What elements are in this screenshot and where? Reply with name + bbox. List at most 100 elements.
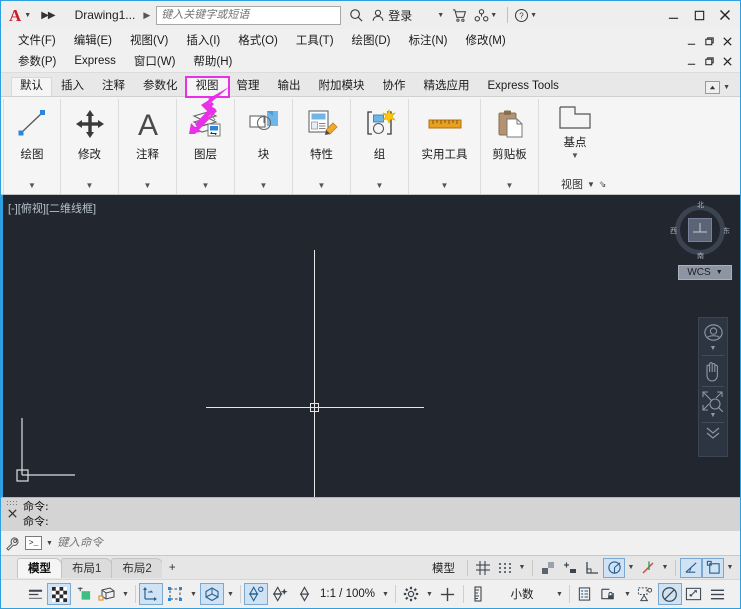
autoscale-button[interactable] [268, 583, 292, 605]
ribbon-panel-draw[interactable]: 绘图 ▼ [3, 99, 61, 194]
3d-object-snap-button[interactable] [95, 583, 119, 605]
units-dropdown-icon[interactable]: ▼ [553, 583, 566, 605]
clean-screen-button[interactable] [682, 583, 706, 605]
drawing-canvas[interactable]: [-][俯视][二维线框] Y X 北 西 东 南 [1, 195, 740, 497]
isolate-objects-button[interactable] [634, 583, 658, 605]
view-cube-north-label[interactable]: 北 [697, 200, 704, 210]
object-snap-toggle[interactable] [702, 557, 724, 578]
panel-dropdown-icon[interactable]: ▼ [351, 182, 408, 190]
doc2-restore-icon[interactable] [701, 53, 718, 70]
command-history-text[interactable]: 命令: 命令: [23, 498, 740, 529]
doc-minimize-icon[interactable] [683, 33, 700, 50]
search-icon[interactable] [349, 8, 364, 23]
menu-item-dimension[interactable]: 标注(N) [400, 31, 457, 49]
lineweight-display-button[interactable] [23, 583, 47, 605]
annotation-scale-label[interactable]: 1:1 / 100% [316, 588, 379, 600]
minimize-icon[interactable] [660, 2, 686, 28]
menu-item-parameter[interactable]: 参数(P) [9, 52, 65, 70]
dynamic-ucs-button[interactable] [139, 583, 163, 605]
graphics-performance-button[interactable] [657, 583, 682, 605]
signin-label[interactable]: 登录 [388, 7, 412, 24]
chevron-down-icon[interactable]: ▼ [710, 412, 717, 419]
menu-item-insert[interactable]: 插入(I) [177, 31, 229, 49]
gizmo-button[interactable] [200, 583, 224, 605]
ribbon-panel-clipboard[interactable]: 剪贴板 ▼ [481, 99, 539, 194]
menu-item-modify[interactable]: 修改(M) [456, 31, 514, 49]
close-icon[interactable] [712, 2, 738, 28]
view-cube-south-label[interactable]: 南 [697, 251, 704, 261]
qat-more-icon[interactable]: ▶▶ [35, 10, 60, 21]
menu-item-edit[interactable]: 编辑(E) [65, 31, 121, 49]
annotation-visibility-button[interactable] [244, 583, 268, 605]
zoom-extents-icon[interactable]: ▼ [701, 390, 725, 419]
chevron-down-icon[interactable]: ▼ [587, 180, 595, 189]
search-box[interactable] [156, 5, 342, 25]
ribbon-tab-insert[interactable]: 插入 [52, 78, 93, 97]
panel-dropdown-icon[interactable]: ▼ [571, 152, 579, 160]
share-dropdown-icon[interactable]: ▼ [489, 12, 501, 19]
customization-hamburger-button[interactable] [706, 583, 730, 605]
menu-item-draw[interactable]: 绘图(D) [343, 31, 400, 49]
ribbon-tab-collaborate[interactable]: 协作 [374, 78, 415, 97]
navigation-bar[interactable]: ▼ ▼ [698, 317, 728, 457]
ribbon-panel-properties[interactable]: 特性 ▼ [293, 99, 351, 194]
ortho-mode-toggle[interactable] [581, 558, 603, 578]
steering-wheel-icon[interactable]: ▼ [702, 322, 725, 352]
help-icon[interactable]: ? [514, 8, 529, 23]
ribbon-tab-view[interactable]: 视图 [184, 75, 230, 98]
view-cube-face[interactable] [688, 218, 712, 242]
menu-item-file[interactable]: 文件(F) [9, 31, 65, 49]
grip-dots-icon[interactable] [6, 500, 18, 505]
polar-tracking-toggle[interactable] [603, 557, 625, 578]
chevron-down-icon[interactable]: ▼ [716, 269, 723, 276]
ribbon-panel-group[interactable]: 组 ▼ [351, 99, 409, 194]
model-space-label[interactable]: 模型 [424, 560, 463, 576]
chevron-down-icon[interactable]: ▼ [46, 540, 53, 547]
units-label[interactable]: 小数 [491, 586, 553, 602]
selection-filtering-button[interactable] [163, 583, 187, 605]
ribbon-tab-featured-apps[interactable]: 精选应用 [415, 78, 479, 97]
ribbon-tab-manage[interactable]: 管理 [228, 78, 269, 97]
menu-item-window[interactable]: 窗口(W) [125, 52, 185, 70]
units-button[interactable] [467, 583, 491, 605]
menu-item-format[interactable]: 格式(O) [229, 31, 287, 49]
menu-item-help[interactable]: 帮助(H) [184, 52, 241, 70]
wrench-icon[interactable] [5, 536, 21, 551]
selection-filter-dropdown-icon[interactable]: ▼ [187, 583, 200, 605]
panel-dropdown-icon[interactable]: ▼ [235, 182, 292, 190]
doc2-minimize-icon[interactable] [683, 53, 700, 70]
ribbon-minimize-dropdown-icon[interactable]: ▼ [723, 84, 730, 91]
chevron-down-icon[interactable]: ▼ [710, 345, 717, 352]
doc-restore-icon[interactable] [701, 33, 718, 50]
cart-icon[interactable] [452, 8, 467, 23]
ribbon-tab-addins[interactable]: 附加模块 [310, 78, 374, 97]
wcs-dropdown[interactable]: WCS ▼ [678, 265, 732, 280]
ribbon-tab-parametric[interactable]: 参数化 [134, 78, 187, 97]
ribbon-minimize-control[interactable]: ▼ [705, 81, 730, 96]
command-close-icon[interactable] [7, 506, 18, 524]
lock-ui-button[interactable] [597, 583, 621, 605]
panel-dropdown-icon[interactable]: ▼ [61, 182, 118, 190]
ribbon-panel-block[interactable]: 块 ▼ [235, 99, 293, 194]
panel-dropdown-icon[interactable]: ▼ [409, 182, 480, 190]
dialog-launcher-icon[interactable]: ⇘ [599, 179, 607, 190]
ribbon-tab-output[interactable]: 输出 [269, 78, 310, 97]
person-icon[interactable] [371, 8, 385, 23]
panel-dropdown-icon[interactable]: ▼ [4, 182, 60, 190]
help-dropdown-icon[interactable]: ▼ [529, 12, 541, 19]
ribbon-minimize-icon[interactable] [705, 81, 721, 94]
viewport-config-button[interactable] [436, 583, 460, 605]
selection-cycling-button[interactable] [71, 583, 95, 605]
annotation-scale-button[interactable] [292, 583, 316, 605]
isodraft-dropdown-icon[interactable]: ▼ [659, 558, 671, 578]
transparency-checker-button[interactable] [47, 583, 71, 605]
ribbon-panel-layer[interactable]: 图层 ▼ [177, 99, 235, 194]
search-input[interactable] [161, 9, 337, 21]
share-icon[interactable] [474, 8, 489, 23]
panel-dropdown-icon[interactable]: ▼ [293, 182, 350, 190]
menu-item-express[interactable]: Express [65, 54, 125, 68]
ribbon-tab-annotate[interactable]: 注释 [93, 78, 134, 97]
layout-tab-model[interactable]: 模型 [17, 557, 62, 578]
ribbon-tab-default[interactable]: 默认 [11, 76, 52, 96]
orbit-icon[interactable] [703, 426, 723, 440]
